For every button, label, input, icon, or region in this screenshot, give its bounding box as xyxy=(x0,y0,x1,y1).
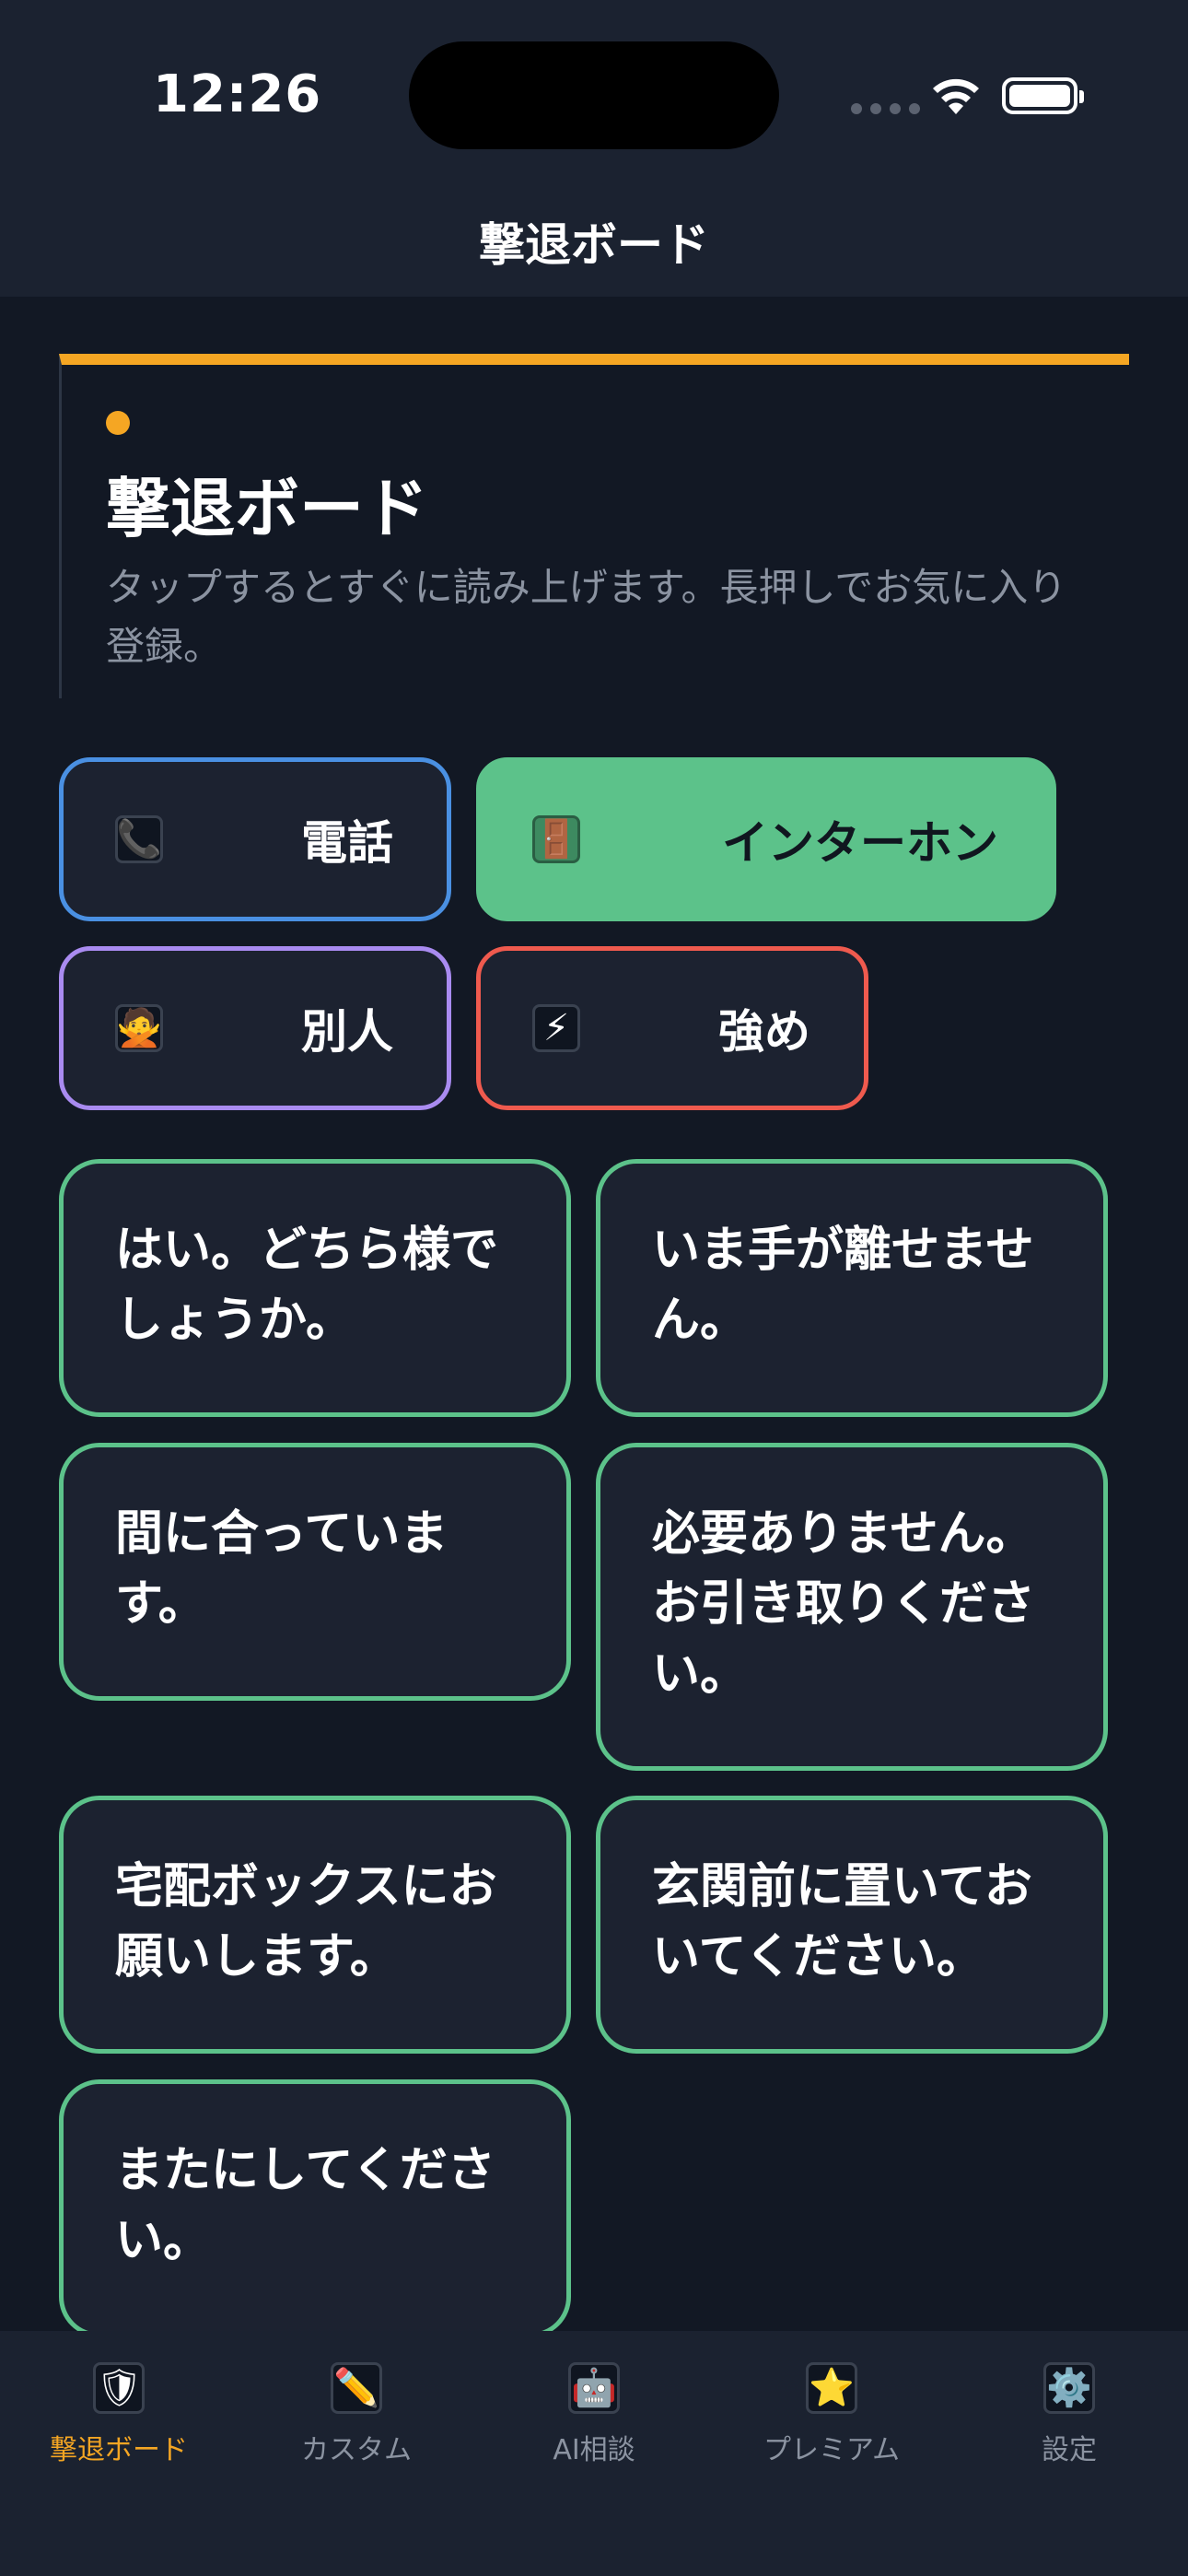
category-label: 電話 xyxy=(301,816,393,870)
category-label: 別人 xyxy=(301,1005,393,1059)
phrase-card[interactable]: またにしてください。 xyxy=(59,2079,571,2337)
cellular-signal-icon xyxy=(851,103,920,114)
battery-icon xyxy=(1002,77,1084,114)
phone-icon: 📞 xyxy=(115,815,163,863)
top-bar: 12:26 撃退ボード xyxy=(0,0,1188,297)
nav-title: 撃退ボード xyxy=(479,218,709,272)
tab-custom[interactable]: ✏️ カスタム xyxy=(238,2362,475,2467)
dynamic-island xyxy=(409,41,779,149)
category-label: 強め xyxy=(718,1005,810,1059)
tab-label: プレミアム xyxy=(763,2434,900,2466)
category-strong-button[interactable]: ⚡ 強め xyxy=(476,946,868,1110)
status-time: 12:26 xyxy=(153,64,322,124)
category-other-person-button[interactable]: 🙅 別人 xyxy=(59,946,451,1110)
phrase-card[interactable]: 必要ありません。お引き取りください。 xyxy=(596,1443,1108,1771)
category-phone-button[interactable]: 📞 電話 xyxy=(59,757,451,921)
screen: 12:26 撃退ボード 撃退ボード タップするとすぐに読み上げます。長押しでお気… xyxy=(0,0,1188,2576)
tab-settings[interactable]: ⚙️ 設定 xyxy=(950,2362,1188,2467)
tab-label: AI相談 xyxy=(553,2434,635,2466)
door-icon: 🚪 xyxy=(532,815,580,863)
phrase-card[interactable]: 玄関前に置いておいてください。 xyxy=(596,1796,1108,2054)
phrase-card[interactable]: 間に合っています。 xyxy=(59,1443,571,1701)
tab-label: 設定 xyxy=(1042,2434,1097,2466)
robot-icon: 🤖 xyxy=(568,2362,620,2414)
page-title: 撃退ボード xyxy=(106,471,428,546)
tab-ai-consult[interactable]: 🤖 AI相談 xyxy=(475,2362,713,2467)
tab-label: カスタム xyxy=(301,2434,412,2466)
phrase-card[interactable]: 宅配ボックスにお願いします。 xyxy=(59,1796,571,2054)
tab-premium[interactable]: ⭐ プレミアム xyxy=(713,2362,950,2467)
person-gesturing-no-icon: 🙅 xyxy=(115,1004,163,1052)
tab-label: 撃退ボード xyxy=(50,2434,188,2466)
pencil-icon: ✏️ xyxy=(331,2362,382,2414)
star-icon: ⭐ xyxy=(806,2362,857,2414)
phrase-card[interactable]: いま手が離せません。 xyxy=(596,1159,1108,1417)
category-intercom-button[interactable]: 🚪 インターホン xyxy=(476,757,1056,921)
category-label: インターホン xyxy=(722,816,998,870)
phrase-card[interactable]: はい。どちら様でしょうか。 xyxy=(59,1159,571,1417)
accent-dot xyxy=(106,411,130,435)
header-card: 撃退ボード タップするとすぐに読み上げます。長押しでお気に入り登録。 xyxy=(59,354,1129,698)
shield-icon: 🛡 xyxy=(93,2362,145,2414)
tab-board[interactable]: 🛡 撃退ボード xyxy=(0,2362,238,2467)
wifi-icon xyxy=(933,78,979,114)
tab-bar: 🛡 撃退ボード ✏️ カスタム 🤖 AI相談 ⭐ プレミアム ⚙️ 設定 xyxy=(0,2331,1188,2576)
page-subtitle: タップするとすぐに読み上げます。長押しでお気に入り登録。 xyxy=(106,565,1067,669)
lightning-icon: ⚡ xyxy=(532,1004,580,1052)
gear-icon: ⚙️ xyxy=(1043,2362,1095,2414)
